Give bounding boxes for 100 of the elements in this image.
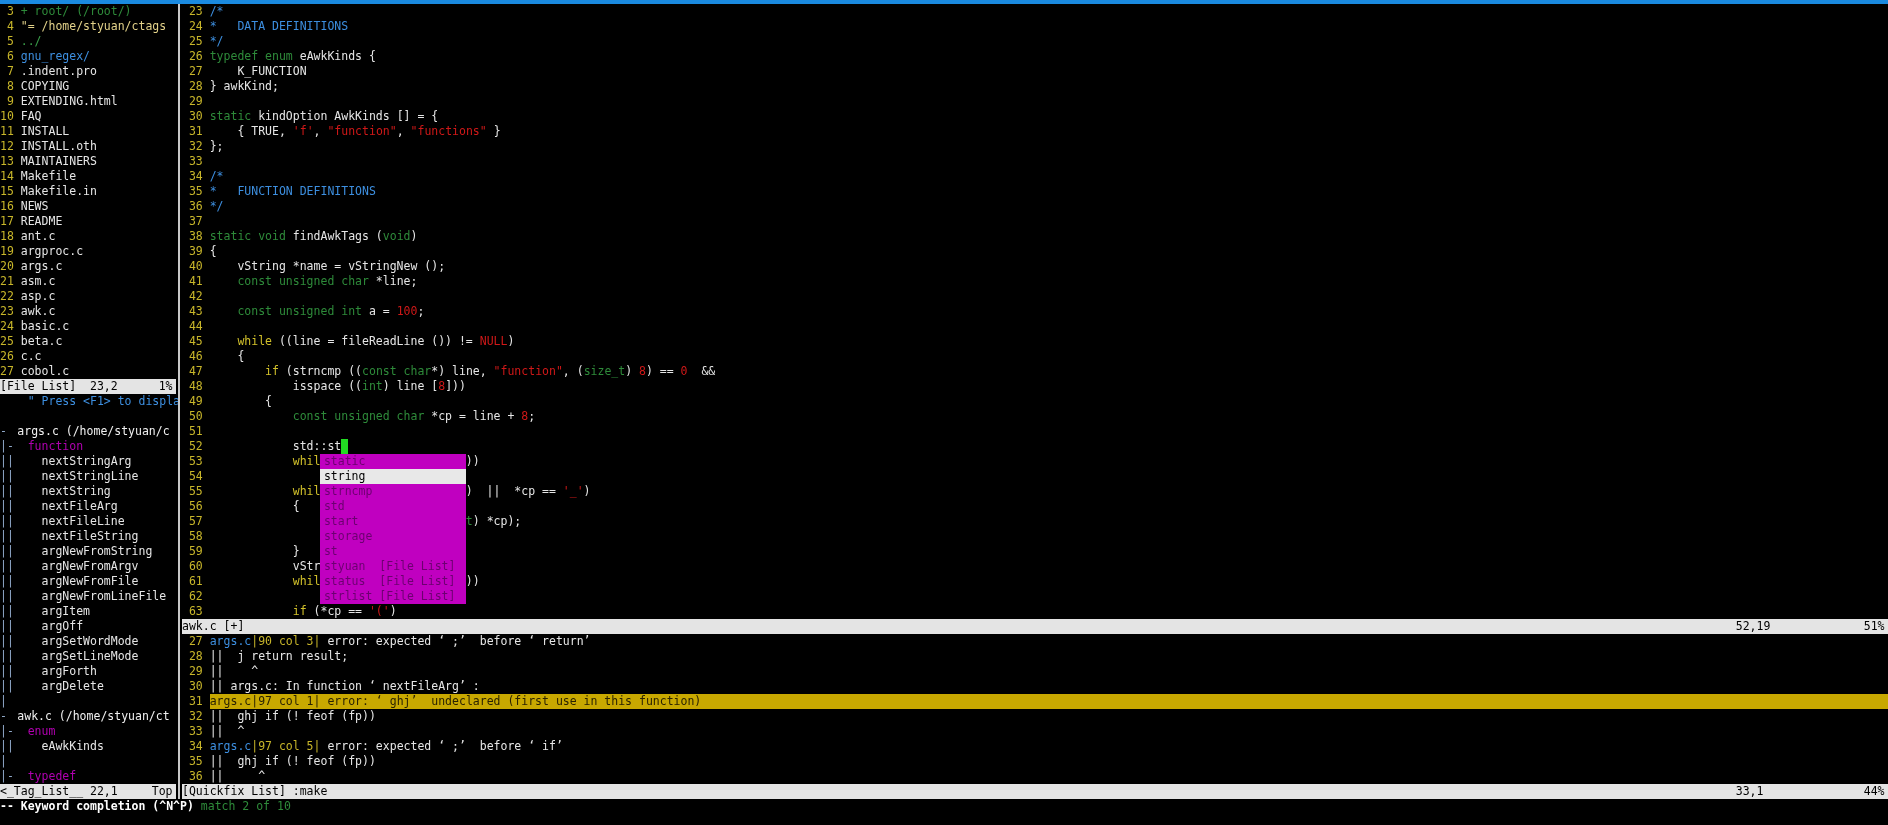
quickfix-entry[interactable]: || j return result; — [209, 649, 349, 664]
file-entry[interactable]: COPYING — [20, 79, 70, 94]
file-entry[interactable]: ant.c — [20, 229, 56, 244]
file-entry[interactable]: awk.c — [20, 304, 56, 319]
fold-marker[interactable]: || — [0, 739, 14, 754]
line-number: 40 — [187, 259, 204, 274]
tag-entry[interactable]: argSetLineMode — [13, 649, 139, 664]
window-name: awk.c [+] — [182, 619, 246, 634]
file-entry[interactable]: gnu_regex/ — [20, 49, 90, 64]
tag-entry[interactable]: nextFileLine — [13, 514, 125, 529]
fold-marker[interactable]: || — [0, 589, 14, 604]
fold-marker[interactable]: |- — [0, 439, 14, 454]
fold-marker[interactable]: || — [0, 454, 14, 469]
fold-marker[interactable]: - — [0, 424, 7, 439]
file-entry[interactable]: EXTENDING.html — [20, 94, 118, 109]
line-number: 9 — [5, 94, 15, 109]
line-number: 53 — [187, 454, 204, 469]
fold-marker[interactable]: |- — [0, 769, 14, 784]
quickfix-entry[interactable]: args.c|90 col 3| error: expected ‘ ;’ before ‘ return’ — [209, 634, 591, 649]
fold-marker[interactable]: | — [0, 754, 7, 769]
scroll-percent: 51% — [1862, 619, 1886, 634]
tag-entry[interactable]: argItem — [13, 604, 90, 619]
tag-group[interactable]: function — [13, 439, 84, 454]
tag-entry[interactable]: argDelete — [13, 679, 104, 694]
code-line: /* — [209, 4, 224, 19]
tag-file[interactable]: args.c (/home/styuan/c — [13, 424, 170, 439]
tag-entry[interactable]: argForth — [13, 664, 97, 679]
file-entry[interactable]: Makefile.in — [20, 184, 97, 199]
quickfix-entry[interactable]: || args.c: In function ‘ nextFileArg’ : — [209, 679, 480, 694]
fold-marker[interactable]: || — [0, 514, 14, 529]
line-number: 45 — [187, 334, 204, 349]
file-entry[interactable]: cobol.c — [20, 364, 70, 379]
tag-entry[interactable]: nextFileArg — [13, 499, 118, 514]
tag-entry[interactable]: eAwkKinds — [13, 739, 104, 754]
fold-marker[interactable]: || — [0, 484, 14, 499]
tag-file[interactable]: awk.c (/home/styuan/ct — [13, 709, 170, 724]
file-entry[interactable]: NEWS — [20, 199, 49, 214]
tag-entry[interactable]: argNewFromArgv — [13, 559, 139, 574]
tag-entry[interactable]: argOff — [13, 619, 84, 634]
code-line: const unsigned char *cp = line + 8; — [291, 409, 536, 424]
file-entry[interactable]: argproc.c — [20, 244, 84, 259]
tag-entry[interactable]: nextStringArg — [13, 454, 132, 469]
file-entry[interactable]: FAQ — [20, 109, 42, 124]
line-number: 23 — [0, 304, 15, 319]
code-line: )) — [465, 574, 480, 589]
quickfix-entry[interactable]: || ^ — [209, 724, 245, 739]
fold-marker[interactable]: || — [0, 649, 14, 664]
file-entry[interactable]: basic.c — [20, 319, 70, 334]
quickfix-entry[interactable]: args.c|97 col 5| error: expected ‘ ;’ before ‘ if’ — [209, 739, 563, 754]
fold-marker[interactable]: || — [0, 574, 14, 589]
file-entry[interactable]: INSTALL.oth — [20, 139, 97, 154]
fold-marker[interactable]: | — [0, 694, 7, 709]
code-line: { TRUE, 'f', "function", "functions" } — [236, 124, 501, 139]
tag-entry[interactable]: argNewFromString — [13, 544, 153, 559]
file-entry[interactable]: INSTALL — [20, 124, 70, 139]
file-entry[interactable]: Makefile — [20, 169, 77, 184]
fold-marker[interactable]: || — [0, 559, 14, 574]
file-entry[interactable]: "= /home/styuan/ctags — [20, 19, 167, 34]
file-entry[interactable]: asm.c — [20, 274, 56, 289]
tag-entry[interactable]: argNewFromFile — [13, 574, 139, 589]
line-number: 41 — [187, 274, 204, 289]
window-name: [Quickfix List] :make — [182, 784, 329, 799]
fold-marker[interactable]: || — [0, 529, 14, 544]
quickfix-entry[interactable]: || ^ — [209, 769, 266, 784]
fold-marker[interactable]: || — [0, 634, 14, 649]
tag-entry[interactable]: nextFileString — [13, 529, 139, 544]
file-entry[interactable]: c.c — [20, 349, 42, 364]
tag-entry[interactable]: argSetWordMode — [13, 634, 139, 649]
file-entry[interactable]: ../ — [20, 34, 42, 49]
quickfix-entry[interactable]: || ^ — [209, 664, 259, 679]
file-entry[interactable]: README — [20, 214, 63, 229]
line-number: 59 — [187, 544, 204, 559]
fold-marker[interactable]: || — [0, 604, 14, 619]
file-entry[interactable]: beta.c — [20, 334, 63, 349]
fold-marker[interactable]: || — [0, 679, 14, 694]
tag-group[interactable]: typedef — [13, 769, 77, 784]
code-line: ) || *cp == '_') — [465, 484, 591, 499]
file-entry[interactable]: asp.c — [20, 289, 56, 304]
fold-marker[interactable]: |- — [0, 724, 14, 739]
fold-marker[interactable]: || — [0, 619, 14, 634]
fold-marker[interactable]: || — [0, 664, 14, 679]
fold-marker[interactable]: || — [0, 499, 14, 514]
fold-marker[interactable]: - — [0, 709, 7, 724]
quickfix-entry[interactable]: || ghj if (! feof (fp)) — [209, 754, 376, 769]
tag-entry[interactable]: nextStringLine — [13, 469, 139, 484]
line-number: 60 — [187, 559, 204, 574]
file-entry[interactable]: args.c — [20, 259, 63, 274]
file-entry[interactable]: MAINTAINERS — [20, 154, 97, 169]
file-entry[interactable]: + root/ (/root/) — [20, 4, 132, 19]
line-number: 12 — [0, 139, 15, 154]
quickfix-entry[interactable]: || ghj if (! feof (fp)) — [209, 709, 376, 724]
completion-item[interactable]: string — [320, 469, 466, 484]
cursor-position: 33,1 — [1735, 784, 1765, 799]
tag-entry[interactable]: nextString — [13, 484, 111, 499]
tag-group[interactable]: enum — [13, 724, 56, 739]
file-entry[interactable]: .indent.pro — [20, 64, 97, 79]
quickfix-entry[interactable]: args.c|97 col 1| error: ‘ ghj’ undeclared (first use in this function) — [209, 694, 1888, 709]
tag-entry[interactable]: argNewFromLineFile — [13, 589, 167, 604]
fold-marker[interactable]: || — [0, 544, 14, 559]
fold-marker[interactable]: || — [0, 469, 14, 484]
